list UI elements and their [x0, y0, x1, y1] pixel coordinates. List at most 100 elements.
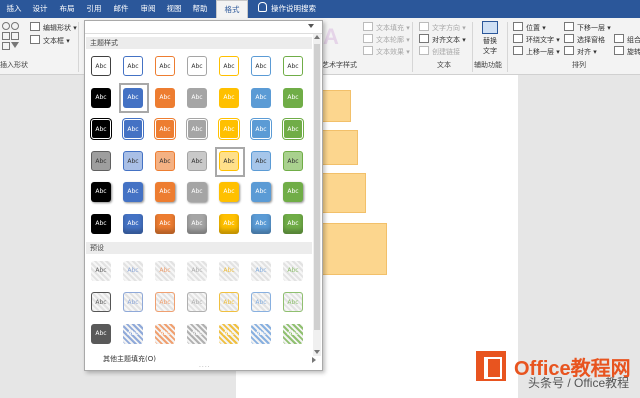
theme-style-swatch[interactable]: Abc	[251, 88, 271, 108]
align-text-button[interactable]: 对齐文本 ▾	[419, 34, 466, 45]
theme-style-swatch[interactable]: Abc	[283, 151, 303, 171]
create-link-button[interactable]: 创建链接	[419, 46, 460, 57]
shape-styles-gallery[interactable]: 主题样式 Abc Abc Abc Abc Abc Abc Abc Abc Abc Abc Abc Ab…	[84, 20, 323, 371]
theme-style-swatch[interactable]: Abc	[251, 56, 271, 76]
shape-gallery-icons[interactable]	[2, 22, 24, 56]
theme-style-swatch[interactable]: Abc	[187, 151, 207, 171]
theme-style-swatch[interactable]: Abc	[251, 214, 271, 234]
theme-style-swatch[interactable]: Abc	[155, 214, 175, 234]
resize-handle[interactable]: ....	[199, 362, 211, 369]
theme-style-swatch[interactable]: Abc	[219, 182, 239, 202]
edit-shape-icon	[30, 22, 40, 31]
scroll-up-icon[interactable]	[314, 35, 320, 39]
wordart-quick-style-icon[interactable]: A	[323, 24, 339, 50]
rotate-button[interactable]: 旋转	[614, 46, 640, 57]
preset-style-swatch[interactable]: Abc	[187, 292, 207, 312]
tab-view[interactable]: 视图	[162, 0, 186, 18]
theme-style-swatch[interactable]: Abc	[251, 182, 271, 202]
theme-style-swatch[interactable]: Abc	[187, 88, 207, 108]
preset-style-swatch[interactable]: Abc	[155, 261, 175, 281]
text-fill-button[interactable]: 文本填充 ▾	[363, 22, 410, 33]
theme-style-swatch[interactable]: Abc	[251, 151, 271, 171]
theme-style-swatch[interactable]: Abc	[123, 151, 143, 171]
preset-style-swatch[interactable]: Abc	[283, 261, 303, 281]
preset-style-swatch[interactable]: Abc	[219, 324, 239, 344]
theme-style-swatch[interactable]: Abc	[123, 119, 143, 139]
tab-insert[interactable]: 插入	[2, 0, 26, 18]
theme-style-swatch[interactable]: Abc	[251, 119, 271, 139]
preset-style-swatch[interactable]: Abc	[91, 292, 111, 312]
gallery-scrollbar[interactable]	[313, 34, 321, 356]
send-backward-button[interactable]: 下移一层 ▾	[564, 22, 611, 33]
theme-style-swatch[interactable]: Abc	[283, 88, 303, 108]
preset-style-swatch[interactable]: Abc	[123, 292, 143, 312]
theme-style-swatch[interactable]: Abc	[283, 214, 303, 234]
theme-style-swatch[interactable]: Abc	[155, 119, 175, 139]
theme-style-swatch[interactable]: Abc	[219, 119, 239, 139]
group-button[interactable]: 组合	[614, 34, 640, 45]
preset-style-swatch[interactable]: Abc	[283, 292, 303, 312]
position-button[interactable]: 位置 ▾	[513, 22, 546, 33]
preset-style-swatch[interactable]: Abc	[155, 292, 175, 312]
tab-references[interactable]: 引用	[82, 0, 106, 18]
preset-style-swatch[interactable]: Abc	[219, 292, 239, 312]
theme-style-swatch[interactable]: Abc	[187, 119, 207, 139]
scroll-down-icon[interactable]	[314, 350, 320, 354]
shape-rectangle-4[interactable]	[316, 223, 387, 275]
tab-layout[interactable]: 布局	[55, 0, 79, 18]
theme-style-swatch[interactable]: Abc	[91, 119, 111, 139]
preset-style-swatch[interactable]: Abc	[123, 261, 143, 281]
text-direction-button[interactable]: 文字方向 ▾	[419, 22, 466, 33]
tell-me-search[interactable]: 操作说明搜索	[258, 0, 316, 18]
theme-style-swatch[interactable]: Abc	[123, 182, 143, 202]
wrap-text-button[interactable]: 环绕文字 ▾	[513, 34, 560, 45]
preset-style-swatch[interactable]: Abc	[91, 324, 111, 344]
theme-style-swatch[interactable]: Abc	[219, 56, 239, 76]
theme-style-swatch[interactable]: Abc	[155, 151, 175, 171]
theme-style-swatch[interactable]: Abc	[155, 182, 175, 202]
scrollbar-thumb[interactable]	[314, 44, 320, 330]
preset-style-swatch[interactable]: Abc	[187, 261, 207, 281]
alt-text-button[interactable]: 替换 文字	[478, 21, 502, 59]
theme-style-swatch[interactable]: Abc	[123, 214, 143, 234]
tab-design[interactable]: 设计	[28, 0, 52, 18]
theme-style-swatch[interactable]: Abc	[187, 56, 207, 76]
edit-shape-button[interactable]: 编辑形状 ▾	[30, 22, 77, 33]
bring-forward-button[interactable]: 上移一层 ▾	[513, 46, 560, 57]
theme-style-swatch[interactable]: Abc	[187, 182, 207, 202]
preset-style-swatch[interactable]: Abc	[91, 261, 111, 281]
theme-style-swatch[interactable]: Abc	[91, 214, 111, 234]
text-outline-button[interactable]: 文本轮廓 ▾	[363, 34, 410, 45]
preset-style-swatch[interactable]: Abc	[251, 261, 271, 281]
preset-style-swatch[interactable]: Abc	[187, 324, 207, 344]
theme-style-swatch[interactable]: Abc	[155, 88, 175, 108]
preset-style-swatch[interactable]: Abc	[251, 292, 271, 312]
tab-format[interactable]: 格式	[216, 0, 248, 19]
preset-style-swatch[interactable]: Abc	[219, 261, 239, 281]
theme-style-swatch[interactable]: Abc	[187, 214, 207, 234]
theme-style-swatch[interactable]: Abc	[283, 56, 303, 76]
theme-style-swatch[interactable]: Abc	[283, 119, 303, 139]
preset-style-swatch[interactable]: Abc	[251, 324, 271, 344]
more-theme-fills-item[interactable]: 其他主题填充(O)	[103, 354, 156, 364]
selection-pane-button[interactable]: 选择窗格	[564, 34, 605, 45]
tab-mailings[interactable]: 邮件	[109, 0, 133, 18]
theme-style-swatch[interactable]: Abc	[91, 56, 111, 76]
theme-style-swatch[interactable]: Abc	[91, 151, 111, 171]
text-box-button[interactable]: 文本框 ▾	[30, 35, 70, 46]
theme-style-swatch[interactable]: Abc	[283, 182, 303, 202]
theme-style-swatch[interactable]: Abc	[123, 56, 143, 76]
tab-review[interactable]: 审阅	[136, 0, 160, 18]
text-effects-button[interactable]: 文本效果 ▾	[363, 46, 410, 57]
align-button[interactable]: 对齐 ▾	[564, 46, 597, 57]
theme-style-swatch[interactable]: Abc	[219, 88, 239, 108]
theme-style-swatch[interactable]: Abc	[91, 182, 111, 202]
preset-style-swatch[interactable]: Abc	[123, 324, 143, 344]
theme-style-swatch[interactable]: Abc	[219, 214, 239, 234]
theme-style-swatch[interactable]: Abc	[155, 56, 175, 76]
preset-style-swatch[interactable]: Abc	[155, 324, 175, 344]
theme-style-swatch[interactable]: Abc	[91, 88, 111, 108]
tab-help[interactable]: 帮助	[188, 0, 212, 18]
shape-rectangle-3[interactable]	[316, 173, 366, 213]
preset-style-swatch[interactable]: Abc	[283, 324, 303, 344]
